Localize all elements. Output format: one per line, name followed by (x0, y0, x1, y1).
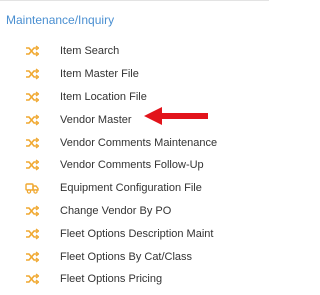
red-arrow-icon (144, 107, 208, 125)
shuffle-icon (26, 137, 39, 149)
section-title: Maintenance/Inquiry (6, 13, 115, 27)
menu-item-label: Item Search (60, 45, 120, 58)
shuffle-icon (26, 251, 39, 263)
menu-item-label: Fleet Options By Cat/Class (60, 250, 193, 263)
shuffle-icon (26, 114, 39, 126)
menu-item-label: Fleet Options Description Maint (60, 227, 214, 240)
shuffle-icon (26, 205, 39, 217)
truck-icon (25, 183, 39, 194)
shuffle-icon (26, 68, 39, 80)
shuffle-icon (26, 159, 39, 171)
shuffle-icon (26, 45, 39, 57)
menu-item-label: Item Location File (60, 90, 147, 103)
menu-item-label: Fleet Options Pricing (60, 273, 163, 286)
top-divider (0, 0, 269, 1)
menu-item-label: Vendor Comments Follow-Up (60, 159, 204, 172)
menu-item-label: Vendor Comments Maintenance (60, 136, 218, 149)
shuffle-icon (26, 273, 39, 285)
shuffle-icon (26, 228, 39, 240)
shuffle-icon (26, 91, 39, 103)
menu-item-label: Vendor Master (60, 113, 132, 126)
menu-item-label: Item Master File (60, 68, 139, 81)
menu-item-label: Equipment Configuration File (60, 182, 202, 195)
menu-item-label: Change Vendor By PO (60, 204, 172, 217)
